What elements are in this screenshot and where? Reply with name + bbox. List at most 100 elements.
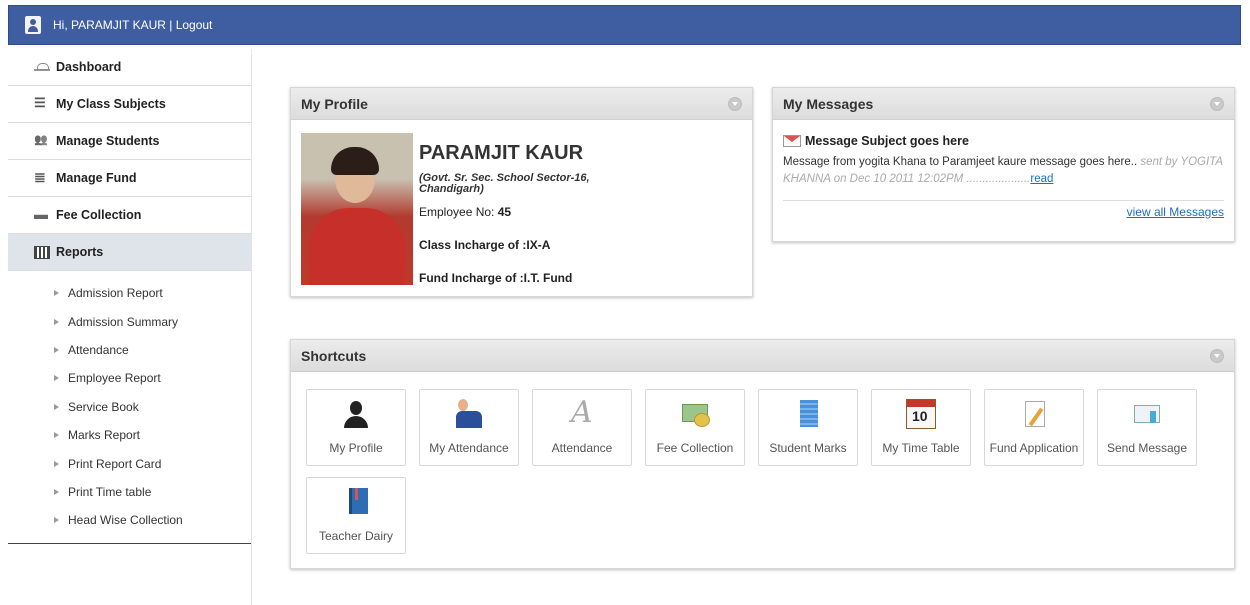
sidebar: Dashboard My Class Subjects Manage Stude…	[8, 49, 252, 605]
list-icon	[34, 95, 50, 111]
shortcut-label: Fee Collection	[656, 441, 734, 455]
shortcut-label: My Time Table	[882, 441, 960, 455]
view-all-messages-link[interactable]: view all Messages	[1127, 205, 1224, 219]
shortcut-student-marks[interactable]: Student Marks	[758, 389, 858, 466]
my-messages-panel: My Messages Message Subject goes here Me…	[772, 87, 1235, 242]
shortcuts-panel: Shortcuts My Profile My Attendance Atten…	[290, 339, 1235, 569]
report-link-label: Print Time table	[68, 484, 152, 499]
panel-title: My Messages	[783, 95, 874, 112]
report-link-employee-report[interactable]: Employee Report	[8, 364, 251, 392]
shortcut-label: Teacher Dairy	[318, 529, 394, 543]
shortcut-label: My Profile	[329, 441, 383, 455]
shortcut-teacher-dairy[interactable]: Teacher Dairy	[306, 477, 406, 554]
report-link-label: Head Wise Collection	[68, 513, 183, 528]
report-link-marks-report[interactable]: Marks Report	[8, 421, 251, 449]
book-icon	[341, 487, 371, 517]
shortcut-label: Fund Application	[989, 441, 1079, 455]
bullet-arrow-icon	[54, 432, 59, 439]
report-link-label: Attendance	[68, 342, 129, 357]
messages-footer: view all Messages	[783, 200, 1224, 219]
employee-number: Employee No: 45	[419, 205, 619, 219]
report-link-label: Admission Summary	[68, 314, 179, 329]
sidebar-item-fee-collection[interactable]: Fee Collection	[8, 197, 251, 234]
bullet-arrow-icon	[54, 290, 59, 297]
bullet-arrow-icon	[54, 517, 59, 524]
report-link-print-time-table[interactable]: Print Time table	[8, 478, 251, 506]
user-icon	[25, 16, 41, 34]
employee-number-label: Employee No:	[419, 205, 498, 219]
top-bar: Hi, PARAMJIT KAUR | Logout	[8, 5, 1241, 45]
shortcut-label: Send Message	[1106, 441, 1188, 455]
profile-photo	[301, 133, 413, 285]
report-link-admission-summary[interactable]: Admission Summary	[8, 307, 251, 335]
sidebar-item-dashboard[interactable]: Dashboard	[8, 49, 251, 86]
report-link-label: Service Book	[68, 399, 139, 414]
sidebar-item-label: Dashboard	[56, 60, 122, 74]
bullet-arrow-icon	[54, 318, 59, 325]
shortcut-send-message[interactable]: Send Message	[1097, 389, 1197, 466]
panel-header: Shortcuts	[291, 340, 1234, 372]
shortcut-attendance[interactable]: Attendance	[532, 389, 632, 466]
letter-a-icon	[567, 395, 597, 430]
fee-icon	[34, 206, 50, 222]
calendar-icon	[906, 399, 936, 429]
panel-header: My Messages	[773, 88, 1234, 120]
report-link-print-report-card[interactable]: Print Report Card	[8, 449, 251, 477]
profile-name: PARAMJIT KAUR	[419, 142, 584, 164]
report-icon	[34, 245, 50, 259]
collapse-icon[interactable]	[728, 96, 742, 111]
collapse-icon[interactable]	[1210, 96, 1224, 111]
shortcut-label: My Attendance	[429, 441, 509, 455]
sidebar-item-reports[interactable]: Reports	[8, 234, 251, 271]
shortcut-my-time-table[interactable]: My Time Table	[871, 389, 971, 466]
marks-sheet-icon	[793, 399, 823, 429]
person-icon	[341, 399, 371, 429]
message-body: Message from yogita Khana to Paramjeet k…	[783, 156, 1141, 168]
employee-number-value: 45	[497, 205, 512, 219]
my-profile-panel: My Profile PARAMJIT KAUR (Govt. Sr. Sec.…	[290, 87, 753, 297]
panel-header: My Profile	[291, 88, 752, 120]
panel-title: My Profile	[301, 95, 368, 112]
mail-icon	[1132, 399, 1162, 429]
collapse-icon[interactable]	[1210, 348, 1224, 363]
money-icon	[680, 399, 710, 429]
report-link-attendance[interactable]: Attendance	[8, 336, 251, 364]
message-subject-text: Message Subject goes here	[805, 134, 969, 148]
bullet-arrow-icon	[54, 375, 59, 382]
document-edit-icon	[1019, 399, 1049, 429]
report-link-head-wise-collection[interactable]: Head Wise Collection	[8, 506, 251, 534]
sidebar-item-manage-fund[interactable]: Manage Fund	[8, 160, 251, 197]
fund-icon	[34, 169, 50, 186]
report-link-service-book[interactable]: Service Book	[8, 393, 251, 421]
sidebar-item-my-class-subjects[interactable]: My Class Subjects	[8, 86, 251, 123]
sidebar-item-label: Manage Students	[56, 134, 160, 148]
bullet-arrow-icon	[54, 460, 59, 467]
shortcut-label: Student Marks	[769, 441, 847, 455]
profile-info: PARAMJIT KAUR (Govt. Sr. Sec. School Sec…	[419, 142, 619, 285]
shortcut-my-profile[interactable]: My Profile	[306, 389, 406, 466]
sidebar-item-label: Manage Fund	[56, 171, 137, 185]
report-link-admission-report[interactable]: Admission Report	[8, 279, 251, 307]
report-link-label: Marks Report	[68, 428, 141, 443]
users-icon	[34, 135, 50, 148]
sidebar-item-label: Reports	[56, 245, 104, 259]
panel-title: Shortcuts	[301, 347, 367, 364]
profile-school: (Govt. Sr. Sec. School Sector-16, Chandi…	[419, 172, 590, 195]
shortcut-fund-application[interactable]: Fund Application	[984, 389, 1084, 466]
sidebar-item-label: My Class Subjects	[56, 97, 166, 111]
attendance-person-icon	[454, 399, 484, 429]
dashboard-icon	[34, 63, 50, 71]
shortcut-fee-collection[interactable]: Fee Collection	[645, 389, 745, 466]
user-greeting-logout[interactable]: Hi, PARAMJIT KAUR | Logout	[53, 18, 212, 32]
shortcut-my-attendance[interactable]: My Attendance	[419, 389, 519, 466]
envelope-icon	[783, 135, 801, 147]
report-link-label: Admission Report	[68, 286, 163, 301]
bullet-arrow-icon	[54, 403, 59, 410]
class-incharge: Class Incharge of :IX-A	[419, 238, 551, 252]
read-link[interactable]: read	[1030, 173, 1053, 185]
shortcut-grid: My Profile My Attendance Attendance Fee …	[306, 389, 1206, 554]
sidebar-item-label: Fee Collection	[56, 208, 142, 222]
message-text: Message from yogita Khana to Paramjeet k…	[783, 154, 1224, 188]
sidebar-item-manage-students[interactable]: Manage Students	[8, 123, 251, 160]
shortcut-label: Attendance	[551, 441, 613, 455]
